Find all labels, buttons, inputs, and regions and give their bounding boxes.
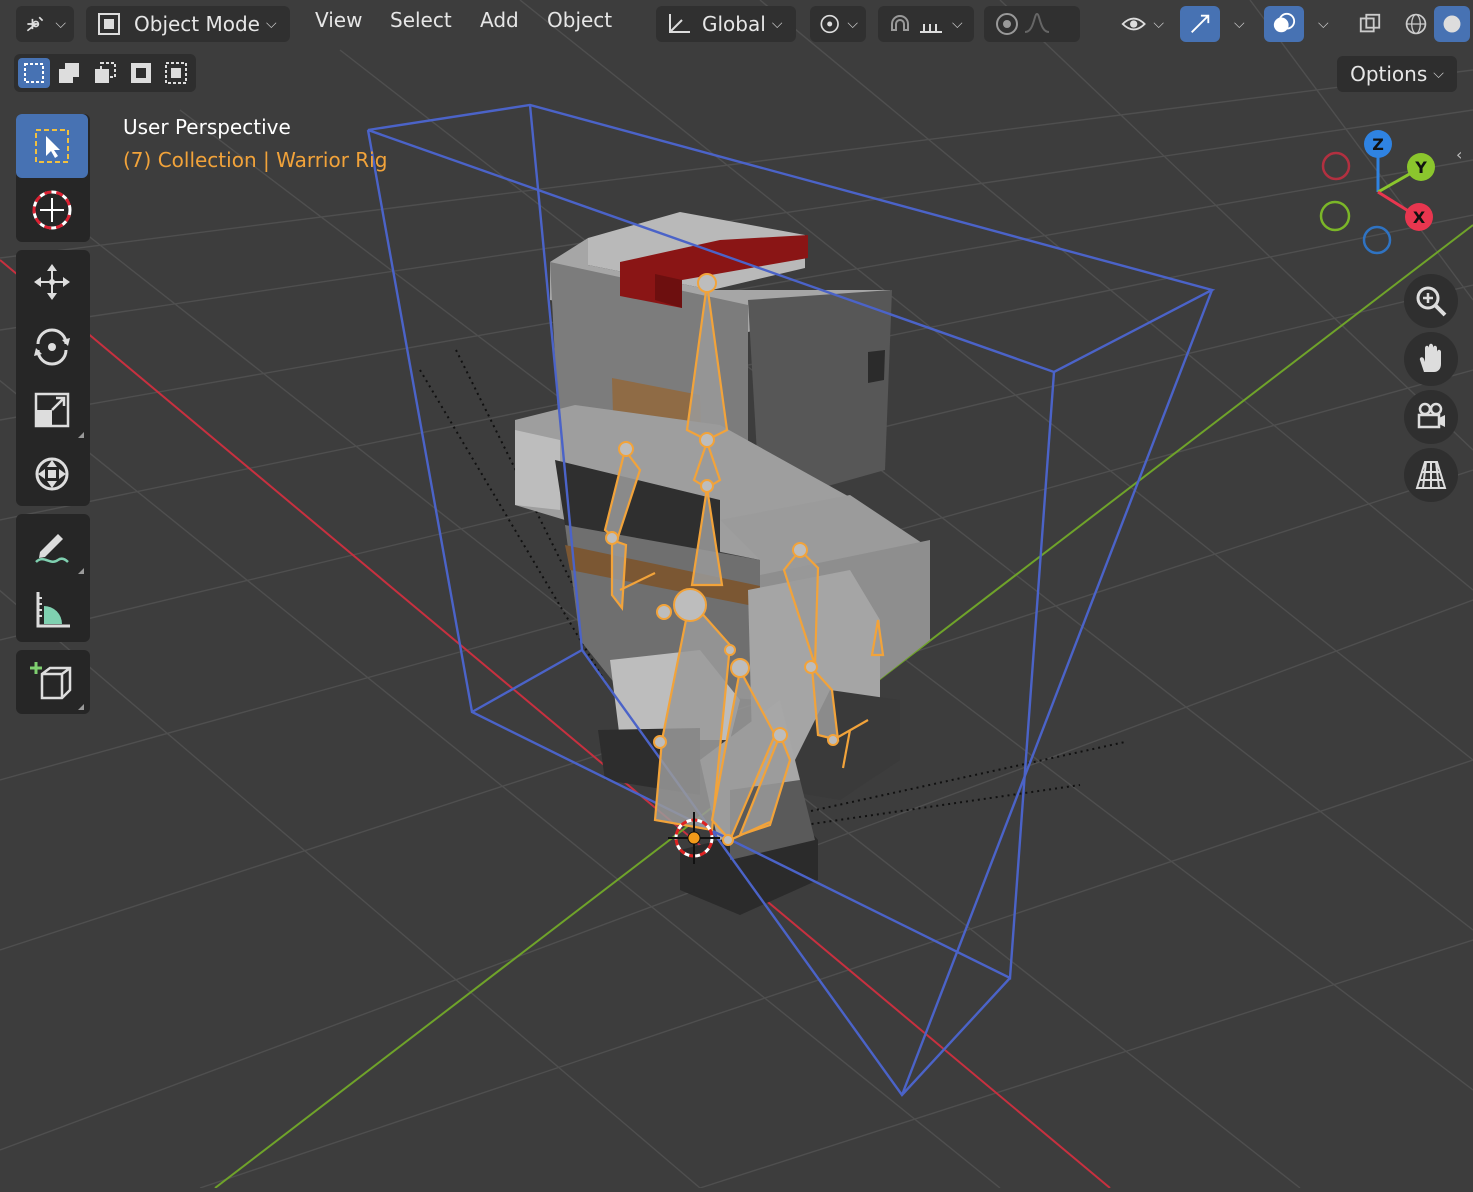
select-difference-button[interactable] (125, 58, 157, 88)
tool-variants-indicator (78, 704, 84, 710)
xray-toggle[interactable] (1350, 6, 1390, 42)
solid-sphere-icon (1443, 15, 1461, 33)
tool-add-cube[interactable] (16, 650, 88, 714)
chevron-down-icon: ⌵ (952, 16, 963, 32)
negative-x-axis-handle[interactable] (1321, 151, 1351, 181)
view-perspective-label: User Perspective (123, 115, 291, 139)
options-dropdown[interactable]: Options ⌵ (1337, 56, 1457, 92)
3d-viewport[interactable] (0, 0, 1473, 1189)
sidebar-toggle-arrow-icon[interactable]: ‹ (1456, 145, 1462, 164)
chevron-down-icon: ⌵ (1433, 66, 1444, 82)
tool-annotate[interactable] (16, 514, 88, 578)
select-extend-button[interactable] (54, 58, 86, 88)
transform-icon (35, 457, 69, 491)
selection-mode-group (14, 54, 196, 92)
viewport-header: ⌵ Object Mode ⌵ View Select Add Object G… (0, 0, 1473, 48)
cursor-icon (32, 190, 72, 230)
editor-type-icon (26, 16, 44, 32)
select-intersect-icon (165, 62, 188, 84)
perspective-toggle-button[interactable] (1404, 448, 1458, 502)
tool-variants-indicator (78, 568, 84, 574)
hand-icon (1419, 343, 1441, 372)
chevron-down-icon: ⌵ (266, 16, 277, 32)
rotate-icon (34, 328, 70, 366)
select-subtract-button[interactable] (89, 58, 121, 88)
proportional-edit-icon (996, 13, 1018, 35)
tool-transform[interactable] (16, 442, 88, 506)
tool-select-box[interactable] (16, 114, 88, 178)
transform-orientation-icon (669, 14, 690, 33)
solid-shading-button[interactable] (1434, 6, 1470, 42)
menu-view[interactable]: View (315, 8, 362, 32)
wireframe-shading-button[interactable] (1396, 6, 1436, 42)
camera-icon (1417, 402, 1445, 429)
gizmo-toggle[interactable] (1180, 6, 1220, 42)
mode-label: Object Mode (134, 12, 260, 36)
snap-controls[interactable]: ⌵ (878, 6, 974, 42)
annotate-pencil-icon (35, 534, 69, 563)
select-new-icon (23, 63, 44, 83)
negative-y-axis-handle[interactable] (1319, 200, 1351, 232)
navigation-gizmo[interactable]: Z Y X (1310, 120, 1450, 260)
orientation-label: Global (702, 12, 766, 36)
tool-variants-indicator (78, 432, 84, 438)
measure-ruler-icon (36, 592, 70, 628)
overlays-dropdown[interactable]: ⌵ (1304, 6, 1334, 42)
pivot-point-dropdown[interactable]: ⌵ (810, 6, 866, 42)
tool-scale[interactable] (16, 378, 88, 442)
chevron-down-icon: ⌵ (1318, 16, 1329, 32)
tool-shelf (16, 114, 90, 722)
pan-button[interactable] (1404, 332, 1458, 386)
chevron-down-icon: ⌵ (1153, 16, 1164, 32)
tool-rotate[interactable] (16, 314, 88, 378)
xray-icon (1359, 13, 1381, 33)
select-new-button[interactable] (18, 58, 50, 88)
select-subtract-icon (94, 62, 116, 83)
active-collection-label: (7) Collection | Warrior Rig (123, 148, 388, 172)
menu-add[interactable]: Add (480, 8, 519, 32)
move-icon (34, 264, 70, 300)
select-box-icon (35, 129, 69, 163)
tool-cursor[interactable] (16, 178, 88, 242)
chevron-down-icon: ⌵ (1234, 16, 1245, 32)
visibility-dropdown[interactable]: ⌵ (1112, 6, 1172, 42)
editor-type-button[interactable]: ⌵ (16, 6, 74, 42)
snap-increment-icon (920, 24, 942, 33)
orientation-dropdown[interactable]: Global ⌵ (656, 6, 796, 42)
select-difference-icon (130, 63, 151, 83)
eye-icon (1121, 17, 1146, 31)
mode-dropdown[interactable]: Object Mode ⌵ (86, 6, 290, 42)
zoom-button[interactable] (1404, 274, 1458, 328)
pivot-icon (820, 14, 839, 34)
chevron-down-icon: ⌵ (771, 16, 783, 32)
z-axis-label: Z (1372, 135, 1384, 154)
gizmo-dropdown[interactable]: ⌵ (1220, 6, 1250, 42)
wireframe-sphere-icon (1405, 13, 1427, 35)
y-axis-label: Y (1414, 158, 1427, 177)
menu-select[interactable]: Select (390, 8, 452, 32)
select-extend-icon (59, 63, 80, 83)
camera-view-button[interactable] (1404, 390, 1458, 444)
menu-object[interactable]: Object (547, 8, 612, 32)
overlays-toggle[interactable] (1264, 6, 1304, 42)
chevron-down-icon: ⌵ (55, 16, 66, 32)
tool-move[interactable] (16, 250, 88, 314)
object-mode-icon (98, 13, 120, 35)
scale-icon (34, 392, 70, 428)
zoom-magnifier-icon (1416, 286, 1447, 317)
add-cube-icon (30, 662, 72, 700)
gizmo-icon (1191, 14, 1210, 33)
chevron-down-icon: ⌵ (847, 16, 858, 32)
perspective-grid-icon (1415, 461, 1447, 489)
select-intersect-button[interactable] (160, 58, 192, 88)
falloff-curve-icon (1024, 12, 1050, 33)
x-axis-label: X (1413, 208, 1426, 227)
options-label: Options (1350, 62, 1428, 86)
overlays-icon (1273, 12, 1296, 33)
proportional-editing[interactable] (984, 6, 1080, 42)
tool-measure[interactable] (16, 578, 88, 642)
magnet-icon (891, 15, 909, 31)
negative-z-axis-handle[interactable] (1362, 225, 1392, 255)
